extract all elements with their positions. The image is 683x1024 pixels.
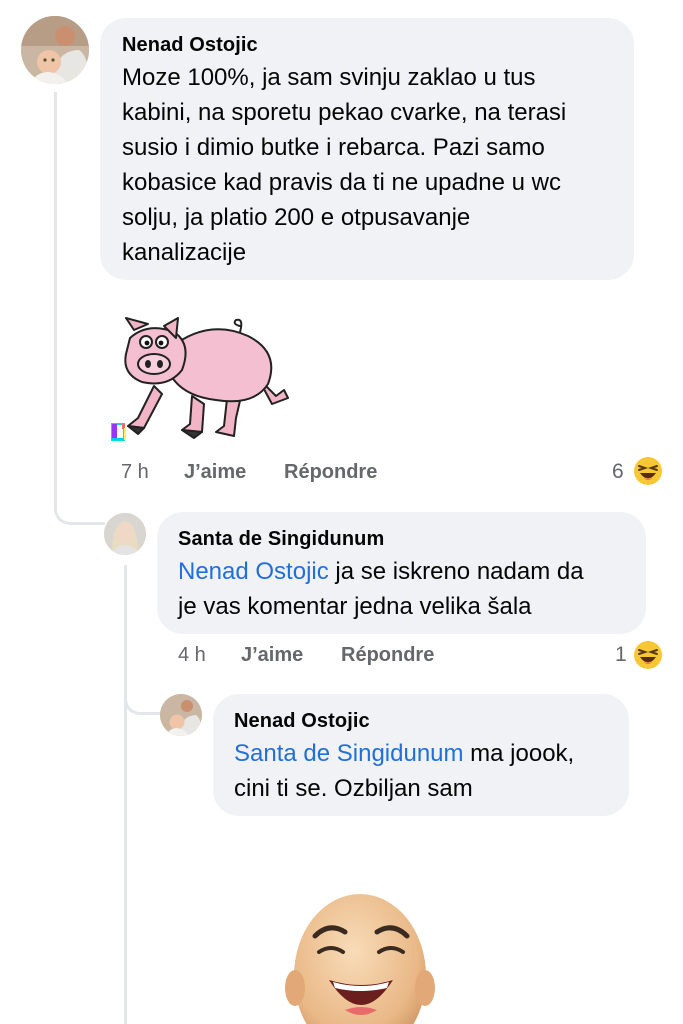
comment-author[interactable]: Nenad Ostojic [122, 34, 634, 57]
comment-bubble-3[interactable]: Nenad Ostojic Santa de Singidunum ma joo… [213, 694, 629, 816]
reaction-count[interactable]: 1 [615, 643, 627, 667]
comment-bubble-2[interactable]: Santa de Singidunum Nenad Ostojic ja se … [157, 512, 646, 634]
laughing-face-icon [285, 894, 435, 1024]
comment-author[interactable]: Nenad Ostojic [234, 710, 629, 733]
comment-line: solju, ja platio 200 e otpusavanje [122, 204, 471, 231]
avatar-nenad-ostojic-small[interactable] [160, 694, 202, 736]
thread-connector-2 [124, 690, 161, 715]
comment-text: Nenad Ostojic ja se iskreno nadam da je … [178, 554, 646, 624]
like-button[interactable]: J’aime [184, 461, 246, 484]
laughing-face-sticker[interactable] [285, 888, 435, 1024]
like-button[interactable]: J’aime [241, 644, 303, 667]
thread-connector-1 [54, 500, 105, 525]
reply-button[interactable]: Répondre [284, 461, 377, 484]
comment-bubble-1[interactable]: Nenad Ostojic Moze 100%, ja sam svinju z… [100, 18, 634, 280]
laughing-emoji-icon[interactable] [633, 640, 663, 670]
giphy-badge-icon [110, 422, 128, 442]
reaction-count[interactable]: 6 [612, 460, 624, 484]
pig-sticker[interactable] [108, 308, 293, 443]
comment-text: Santa de Singidunum ma joook, cini ti se… [234, 736, 629, 806]
thread-line-reply [124, 565, 127, 1024]
comment-author[interactable]: Santa de Singidunum [178, 528, 646, 551]
comment-line: Nenad Ostojic ja se iskreno nadam da [178, 554, 646, 589]
comment-line: kanalizacije [122, 239, 247, 266]
avatar-photo-icon [104, 513, 146, 555]
reply-button[interactable]: Répondre [341, 644, 434, 667]
comment-line-text: ma joook, [463, 740, 575, 767]
comment-line-text: ja se iskreno nadam da [328, 558, 584, 585]
avatar-santa-de-singidunum[interactable] [104, 513, 146, 555]
comment-timestamp[interactable]: 7 h [121, 461, 149, 484]
comment-line: kabini, na sporetu pekao cvarke, na tera… [122, 99, 567, 126]
comment-timestamp[interactable]: 4 h [178, 644, 206, 667]
pig-icon [124, 317, 289, 439]
mention-link[interactable]: Santa de Singidunum [234, 740, 464, 767]
comment-text: Moze 100%, ja sam svinju zaklao u tus ka… [122, 60, 634, 270]
comment-line: Moze 100%, ja sam svinju zaklao u tus [122, 64, 536, 91]
mention-link[interactable]: Nenad Ostojic [178, 558, 329, 585]
thread-line-main [54, 92, 57, 502]
avatar-nenad-ostojic[interactable] [21, 16, 89, 84]
comment-line: kobasice kad pravis da ti ne upadne u wc [122, 169, 561, 196]
comment-line: cini ti se. Ozbiljan sam [234, 775, 473, 802]
avatar-photo-icon [160, 694, 202, 736]
comment-line: je vas komentar jedna velika šala [178, 593, 532, 620]
laughing-emoji-icon[interactable] [633, 456, 663, 486]
comment-line: susio i dimio butke i rebarca. Pazi samo [122, 134, 545, 161]
comment-line: Santa de Singidunum ma joook, [234, 736, 629, 771]
avatar-photo-icon [21, 16, 89, 84]
